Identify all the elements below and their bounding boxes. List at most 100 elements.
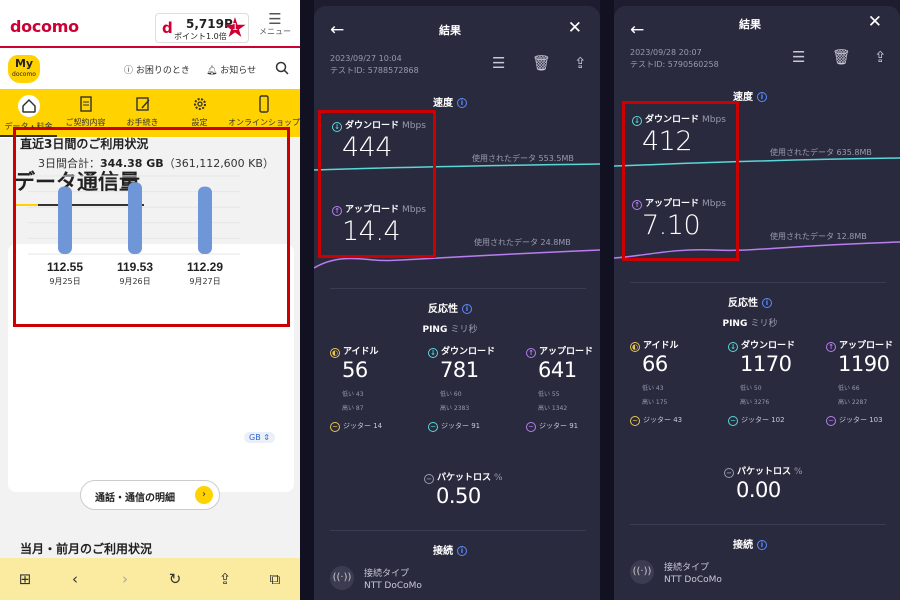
info-icon[interactable]: i: [757, 92, 767, 102]
info-icon[interactable]: i: [757, 540, 767, 550]
connection-type-value: NTT DoCoMo: [664, 575, 722, 585]
docomo-header: docomo d 5,719P ポイント1.0倍 1 ☰ メニュー: [0, 0, 300, 48]
browser-toolbar: ⊞ ‹ › ↻ ⇪ ⧉: [0, 558, 300, 600]
ping-upload-value: 1190: [838, 352, 890, 376]
highlight-box-speed-2: [622, 101, 739, 261]
packet-loss-value: 0.00: [736, 478, 781, 502]
detail-button-label: 通話・通信の明細: [95, 493, 175, 504]
menu-button[interactable]: ☰ メニュー: [258, 12, 292, 37]
forward-icon[interactable]: ›: [113, 570, 137, 588]
share-icon[interactable]: ⇪: [874, 48, 887, 66]
ping-label-text: PING: [722, 319, 748, 329]
ping-ul-high: 高い 1342: [538, 405, 568, 412]
ping-upload-label-text: アップロード: [839, 341, 894, 351]
share-icon[interactable]: ⇪: [574, 54, 587, 72]
points-value: 5,719P: [186, 17, 233, 31]
connection-type-label: 接続タイプ: [364, 569, 410, 579]
reload-icon[interactable]: ↻: [163, 570, 187, 588]
ping-upload-label: ↑ アップロード: [826, 338, 893, 352]
share-icon[interactable]: ⇪: [213, 570, 237, 588]
connection-type-value: NTT DoCoMo: [364, 581, 422, 591]
jitter-icon: ~: [526, 422, 536, 432]
info-icon[interactable]: i: [457, 98, 467, 108]
unit-select-value: GB: [249, 433, 261, 442]
ping-upload-jitter: ~ ジッター 103: [826, 415, 883, 426]
idle-label-text: アイドル: [343, 347, 379, 357]
packet-loss-unit: %: [794, 467, 803, 477]
ping-download-range: 低い 50 高い 3276: [740, 382, 769, 410]
chart-bar[interactable]: [198, 186, 212, 254]
info-icon[interactable]: i: [457, 546, 467, 556]
docomo-logo[interactable]: docomo: [10, 17, 79, 36]
usage-total: 3日間合計：344.38 GB（361,112,600 KB）: [38, 155, 274, 171]
chart-category-label: 9月27日: [189, 277, 220, 286]
packet-loss-value: 0.50: [436, 484, 481, 508]
notice-link[interactable]: 🔔︎ お知らせ: [206, 63, 256, 76]
chart-bar[interactable]: [128, 182, 142, 254]
trash-icon[interactable]: 🗑︎: [532, 54, 551, 72]
packet-loss-icon: −: [424, 474, 434, 484]
docomo-subheader: My docomo ⓘ お困りのとき 🔔︎ お知らせ: [0, 50, 300, 88]
home-icon: [17, 95, 40, 117]
chart-category-label: 9月25日: [49, 277, 80, 286]
response-title: 反応性: [428, 304, 458, 315]
back-icon[interactable]: ‹: [63, 570, 87, 588]
search-icon[interactable]: [275, 61, 289, 75]
ping-upload-label: ↑ アップロード: [526, 344, 593, 358]
response-section-title: 反応性 i: [300, 300, 600, 315]
unit-select[interactable]: GB ⇕: [244, 432, 275, 443]
tab-count-icon[interactable]: ⧉: [263, 570, 287, 588]
tabs-grid-icon[interactable]: ⊞: [13, 570, 37, 588]
connection-type-label: 接続タイプ: [664, 563, 710, 573]
ping-ul-jitter-text: ジッター 91: [539, 422, 579, 430]
ping-ul-jitter-text: ジッター 103: [839, 416, 883, 424]
prev-usage-title: 当月・前月のご利用状況: [20, 542, 153, 556]
ping-unit: ミリ秒: [450, 325, 478, 335]
wifi-icon: ((·)): [630, 560, 654, 584]
packet-loss-label: − パケットロス%: [724, 464, 803, 478]
d-point-icon: d: [162, 19, 173, 37]
response-title: 反応性: [728, 298, 758, 309]
idle-label: ◐ アイドル: [330, 344, 379, 358]
idle-low: 低い 43: [642, 385, 664, 392]
idle-value: 56: [342, 358, 368, 382]
packet-loss-unit: %: [494, 473, 503, 483]
speed-section-title: 速度 i: [300, 94, 600, 109]
points-multiplier: ポイント1.0倍: [174, 32, 227, 41]
ping-unit: ミリ秒: [750, 319, 778, 329]
ping-dl-high: 高い 2383: [440, 405, 470, 412]
help-link[interactable]: ⓘ お困りのとき: [124, 63, 190, 76]
usage-bar-chart: 112.55 9月25日 119.53 9月26日 112.29 9月27日: [28, 175, 240, 286]
document-icon[interactable]: ☰: [792, 48, 805, 66]
detail-button[interactable]: 通話・通信の明細 ›: [80, 480, 220, 510]
trash-icon[interactable]: 🗑︎: [832, 48, 851, 66]
ping-download-value: 781: [440, 358, 479, 382]
idle-icon: ◐: [330, 348, 340, 358]
packet-loss-label-text: パケットロス: [437, 473, 492, 483]
ping-download-jitter: ~ ジッター 102: [728, 415, 785, 426]
connection-section-title: 接続 i: [600, 536, 900, 551]
chart-bar[interactable]: [58, 186, 72, 254]
close-icon[interactable]: ✕: [568, 18, 582, 38]
help-link-label: お困りのとき: [135, 66, 190, 76]
contract-icon: [79, 96, 92, 112]
packet-loss-label-text: パケットロス: [737, 467, 792, 477]
info-icon[interactable]: i: [462, 304, 472, 314]
idle-jitter-text: ジッター 14: [343, 422, 383, 430]
ping-upload-range: 低い 55 高い 1342: [538, 388, 567, 416]
points-widget[interactable]: d 5,719P ポイント1.0倍 1: [155, 13, 249, 43]
idle-high: 高い 175: [642, 399, 668, 406]
connection-title: 接続: [733, 540, 753, 551]
ping-ul-low: 低い 55: [538, 391, 560, 398]
info-icon[interactable]: i: [762, 298, 772, 308]
idle-value: 66: [642, 352, 668, 376]
ping-label: PING ミリ秒: [300, 322, 600, 335]
my-docomo-logo[interactable]: My docomo: [8, 55, 40, 83]
speed-title: 速度: [433, 98, 453, 109]
highlight-box-speed: [318, 110, 436, 258]
close-icon[interactable]: ✕: [868, 12, 882, 32]
idle-low: 低い 43: [342, 391, 364, 398]
document-icon[interactable]: ☰: [492, 54, 505, 72]
idle-label-text: アイドル: [643, 341, 679, 351]
divider: [630, 282, 886, 283]
